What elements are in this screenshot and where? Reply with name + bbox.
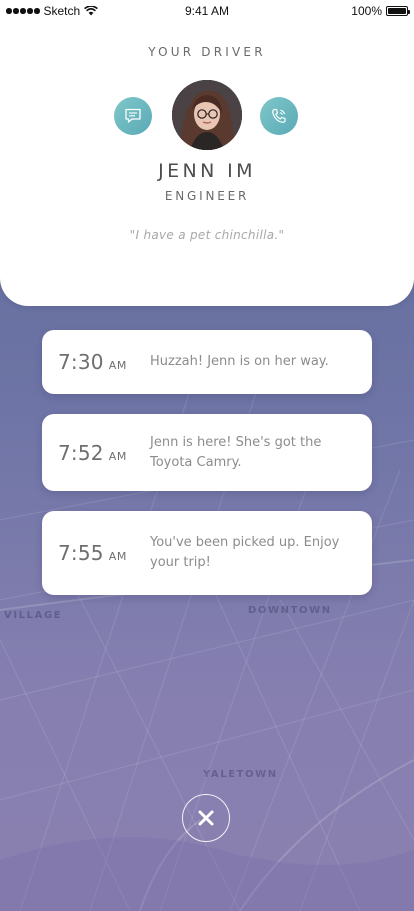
- status-bar-left: Sketch: [6, 4, 99, 18]
- event-message: Jenn is here! She's got the Toyota Camry…: [150, 434, 322, 470]
- event-time-period: AM: [108, 550, 127, 563]
- ride-status-screen: DOWNTOWN YALETOWN VILLAGE Sketch 9:41 AM…: [0, 0, 414, 911]
- close-button[interactable]: [182, 794, 230, 842]
- timeline-event: 7:52 AM Jenn is here! She's got the Toyot…: [42, 414, 372, 491]
- status-bar: Sketch 9:41 AM 100%: [0, 0, 414, 22]
- event-message: You've been picked up. Enjoy your trip!: [150, 535, 340, 570]
- event-time-period: AM: [108, 449, 127, 463]
- event-time-value: 7:30: [58, 350, 104, 374]
- event-time: 7:55 AM: [58, 541, 150, 565]
- message-driver-button[interactable]: [114, 97, 152, 135]
- driver-heading: YOUR DRIVER: [148, 45, 266, 59]
- wifi-icon: [84, 6, 99, 16]
- driver-photo: [172, 80, 242, 150]
- status-bar-right: 100%: [351, 4, 410, 18]
- event-time: 7:52 AM: [58, 441, 150, 465]
- event-message: Huzzah! Jenn is on her way.: [150, 354, 329, 369]
- driver-card: YOUR DRIVER JENN IM ENGINEER "I have a p…: [0, 0, 414, 306]
- driver-avatar: [172, 80, 242, 150]
- driver-role: ENGINEER: [164, 189, 250, 203]
- phone-icon: [272, 108, 286, 123]
- event-time-value: 7:52: [58, 440, 104, 465]
- battery-icon: [386, 6, 410, 16]
- driver-quote: "I have a pet chinchilla.": [129, 228, 285, 242]
- event-time-value: 7:55: [58, 541, 104, 565]
- chat-bubble-icon: [125, 108, 141, 123]
- event-time-period: AM: [108, 359, 127, 372]
- battery-percent: 100%: [351, 4, 382, 18]
- map-label-yaletown: YALETOWN: [203, 769, 278, 780]
- call-driver-button[interactable]: [260, 97, 298, 135]
- timeline-event: 7:55 AM You've been picked up. Enjoy your…: [42, 511, 372, 595]
- carrier-name: Sketch: [43, 4, 81, 18]
- driver-name: JENN IM: [158, 160, 256, 182]
- map-label-downtown: DOWNTOWN: [248, 605, 332, 616]
- timeline-event: 7:30 AM Huzzah! Jenn is on her way.: [42, 330, 372, 394]
- event-time: 7:30 AM: [58, 350, 150, 374]
- close-icon: [198, 810, 214, 826]
- signal-strength-icon: [6, 8, 40, 14]
- map-label-village: VILLAGE: [4, 610, 63, 621]
